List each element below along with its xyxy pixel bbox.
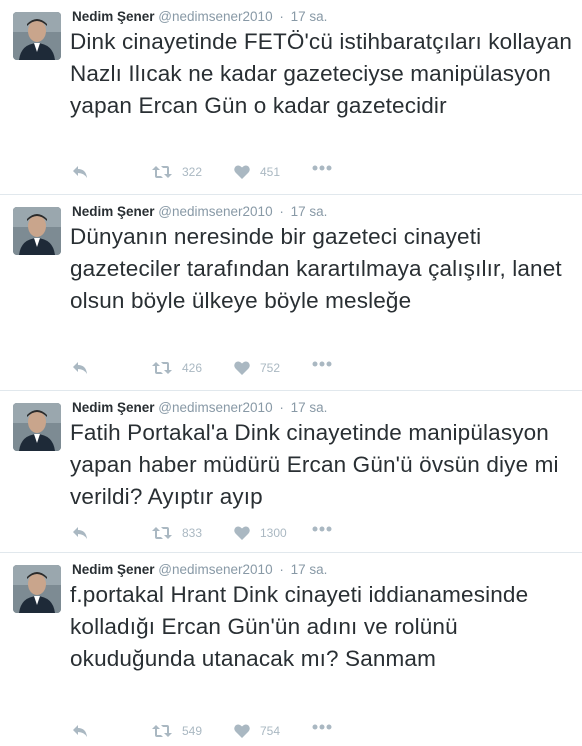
retweet-icon (152, 362, 172, 374)
reply-button[interactable] (72, 165, 88, 179)
tweet-time[interactable]: 17 sa. (291, 9, 328, 24)
author-name[interactable]: Nedim Şener (72, 562, 155, 577)
tweet-text: Dünyanın neresinde bir gazeteci cinayeti… (70, 224, 562, 313)
tweet-text: Dink cinayetinde FETÖ'cü istihbaratçılar… (70, 29, 573, 118)
tweet-header: Nedim Şener @nedimsener2010 · 17 sa. (72, 203, 327, 220)
tweet-text: Fatih Portakal'a Dink cinayetinde manipü… (70, 420, 559, 509)
author-name[interactable]: Nedim Şener (72, 400, 155, 415)
author-handle[interactable]: @nedimsener2010 (158, 562, 272, 577)
retweet-button[interactable]: 833 (152, 526, 202, 540)
heart-icon (234, 724, 250, 738)
avatar[interactable] (13, 207, 61, 255)
more-button[interactable] (312, 526, 332, 532)
retweet-icon (152, 166, 172, 178)
tweet-time[interactable]: 17 sa. (291, 562, 328, 577)
tweet-time[interactable]: 17 sa. (291, 204, 328, 219)
tweet-header: Nedim Şener @nedimsener2010 · 17 sa. (72, 8, 327, 25)
retweet-count: 322 (182, 165, 203, 179)
tweet-header: Nedim Şener @nedimsener2010 · 17 sa. (72, 561, 327, 578)
like-count: 752 (260, 361, 281, 375)
reply-button[interactable] (72, 526, 88, 540)
retweet-count: 426 (182, 361, 203, 375)
like-count: 451 (260, 165, 281, 179)
like-count: 1300 (260, 526, 287, 540)
reply-icon (73, 362, 87, 374)
author-name[interactable]: Nedim Şener (72, 204, 155, 219)
avatar[interactable] (13, 565, 61, 613)
retweet-button[interactable]: 322 (152, 165, 202, 179)
author-handle[interactable]: @nedimsener2010 (158, 9, 272, 24)
retweet-icon (152, 527, 172, 539)
tweet-time[interactable]: 17 sa. (291, 400, 328, 415)
tweet[interactable]: Nedim Şener @nedimsener2010 · 17 sa. Dün… (0, 195, 582, 391)
more-icon (312, 165, 332, 171)
reply-button[interactable] (72, 724, 88, 738)
more-icon (312, 526, 332, 532)
reply-button[interactable] (72, 361, 88, 375)
more-icon (312, 361, 332, 367)
retweet-button[interactable]: 549 (152, 724, 202, 738)
author-handle[interactable]: @nedimsener2010 (158, 204, 272, 219)
heart-icon (234, 526, 250, 540)
tweet[interactable]: Nedim Şener @nedimsener2010 · 17 sa. Fat… (0, 391, 582, 553)
tweet-header: Nedim Şener @nedimsener2010 · 17 sa. (72, 399, 327, 416)
like-count: 754 (260, 724, 281, 738)
reply-icon (73, 166, 87, 178)
avatar[interactable] (13, 403, 61, 451)
reply-icon (73, 725, 87, 737)
like-button[interactable]: 1300 (234, 526, 287, 540)
retweet-count: 833 (182, 526, 203, 540)
retweet-button[interactable]: 426 (152, 361, 202, 375)
author-handle[interactable]: @nedimsener2010 (158, 400, 272, 415)
retweet-icon (152, 725, 172, 737)
retweet-count: 549 (182, 724, 203, 738)
heart-icon (234, 361, 250, 375)
more-button[interactable] (312, 361, 332, 367)
avatar[interactable] (13, 12, 61, 60)
heart-icon (234, 165, 250, 179)
reply-icon (73, 527, 87, 539)
tweet[interactable]: Nedim Şener @nedimsener2010 · 17 sa. f.p… (0, 553, 582, 746)
tweet-text: f.portakal Hrant Dink cinayeti iddianame… (70, 582, 529, 671)
more-button[interactable] (312, 724, 332, 730)
separator: · (279, 204, 284, 219)
like-button[interactable]: 752 (234, 361, 280, 375)
like-button[interactable]: 754 (234, 724, 280, 738)
like-button[interactable]: 451 (234, 165, 280, 179)
separator: · (279, 9, 284, 24)
more-icon (312, 724, 332, 730)
tweet[interactable]: Nedim Şener @nedimsener2010 · 17 sa. Din… (0, 0, 582, 195)
more-button[interactable] (312, 165, 332, 171)
separator: · (279, 400, 284, 415)
separator: · (279, 562, 284, 577)
author-name[interactable]: Nedim Şener (72, 9, 155, 24)
